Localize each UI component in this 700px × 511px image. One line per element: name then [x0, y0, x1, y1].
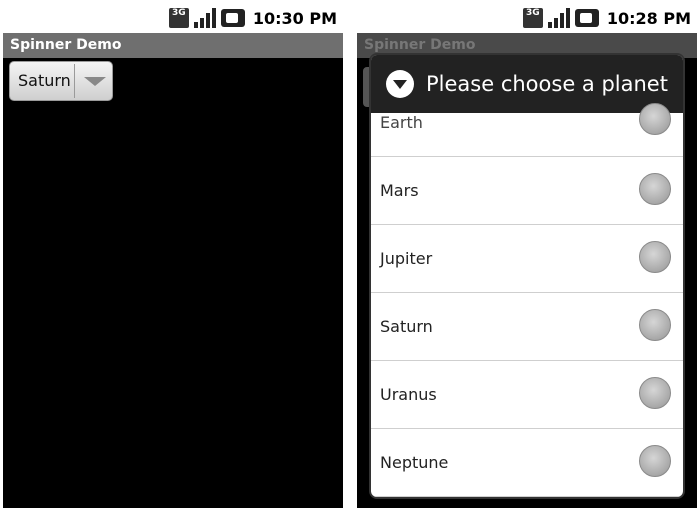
list-item-label: Mars	[380, 181, 419, 200]
dropdown-arrow-icon[interactable]	[84, 77, 106, 86]
dialog-title: Please choose a planet	[426, 72, 668, 96]
list-item-jupiter[interactable]: Jupiter	[371, 225, 683, 293]
radio-button-icon[interactable]	[639, 309, 671, 341]
status-clock: 10:30 PM	[252, 8, 337, 28]
radio-button-icon[interactable]	[639, 103, 671, 135]
3g-network-icon: 3G	[168, 8, 189, 28]
list-item-neptune[interactable]: Neptune	[371, 429, 683, 497]
status-clock: 10:28 PM	[606, 8, 691, 28]
list-item-saturn[interactable]: Saturn	[371, 293, 683, 361]
planet-list: Earth Mars Jupiter Saturn Uranus Neptune	[371, 103, 683, 497]
list-item-label: Saturn	[380, 317, 433, 336]
list-item-uranus[interactable]: Uranus	[371, 361, 683, 429]
dialog-header: Please choose a planet	[371, 55, 683, 113]
status-bar: 3G 10:30 PM	[3, 3, 343, 33]
list-item-earth[interactable]: Earth	[371, 103, 683, 157]
signal-strength-icon	[547, 8, 570, 28]
dropdown-circle-icon	[386, 70, 414, 98]
planet-choice-dialog: Please choose a planet Earth Mars Jupite…	[371, 55, 683, 497]
right-phone-screen: 3G 10:28 PM Spinner Demo Please choose a…	[357, 3, 697, 508]
planet-spinner[interactable]: Saturn	[9, 61, 113, 101]
battery-icon	[220, 9, 245, 27]
radio-button-icon[interactable]	[639, 445, 671, 477]
radio-button-icon[interactable]	[639, 377, 671, 409]
3g-network-icon: 3G	[522, 8, 543, 28]
app-title-bar: Spinner Demo	[3, 33, 343, 58]
spinner-divider	[74, 64, 75, 98]
left-phone-screen: 3G 10:30 PM Spinner Demo Saturn	[3, 3, 343, 508]
list-item-label: Earth	[380, 113, 423, 132]
list-item-mars[interactable]: Mars	[371, 157, 683, 225]
list-item-label: Neptune	[380, 453, 449, 472]
battery-icon	[574, 9, 599, 27]
signal-strength-icon	[193, 8, 216, 28]
radio-button-icon[interactable]	[639, 173, 671, 205]
status-bar: 3G 10:28 PM	[357, 3, 697, 33]
spinner-selected-value: Saturn	[18, 71, 71, 90]
list-item-label: Jupiter	[380, 249, 433, 268]
radio-button-icon[interactable]	[639, 241, 671, 273]
list-item-label: Uranus	[380, 385, 437, 404]
